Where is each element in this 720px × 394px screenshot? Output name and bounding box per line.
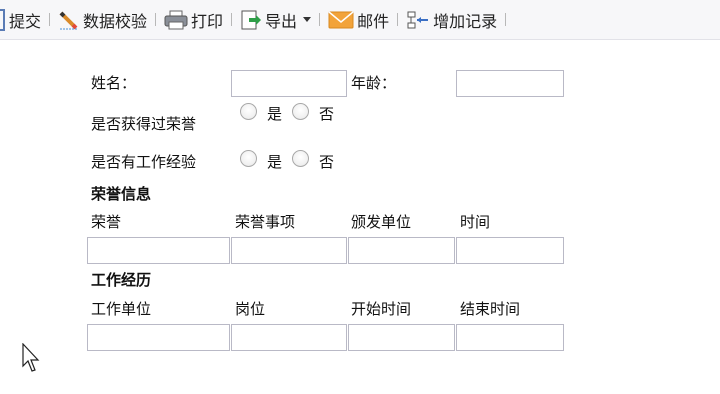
work-position-input[interactable]: [231, 324, 347, 351]
work-yes-label: 是: [267, 153, 283, 171]
work-col-header: 岗位: [235, 300, 266, 318]
honor-col-header: 荣誉: [91, 213, 122, 231]
honor-no-radio[interactable]: [292, 103, 309, 120]
honor-col-header: 时间: [460, 213, 491, 231]
work-start-input[interactable]: [348, 324, 455, 351]
chevron-down-icon: [303, 17, 312, 22]
honor-question-label: 是否获得过荣誉: [91, 115, 197, 133]
work-col-header: 工作单位: [91, 300, 152, 318]
printer-icon: [164, 9, 188, 31]
toolbar-separator: [155, 13, 157, 26]
work-end-input[interactable]: [456, 324, 564, 351]
work-section-title: 工作经历: [91, 271, 152, 289]
toolbar-separator: [49, 13, 51, 26]
work-col-header: 开始时间: [351, 300, 412, 318]
toolbar: 提交 数据校验 打印 导出 邮件 增加记录: [0, 0, 720, 40]
mail-icon: [328, 10, 354, 30]
honor-issuer-input[interactable]: [348, 237, 455, 264]
export-icon: [240, 9, 262, 31]
name-input[interactable]: [231, 70, 347, 97]
honor-col-header: 荣誉事项: [235, 213, 296, 231]
toolbar-separator: [505, 13, 507, 26]
pencil-icon: [58, 9, 80, 31]
submit-icon: [0, 8, 5, 31]
email-button[interactable]: 邮件: [328, 0, 389, 39]
honor-date-input[interactable]: [456, 237, 564, 264]
honor-section-title: 荣誉信息: [91, 185, 152, 203]
work-company-input[interactable]: [87, 324, 230, 351]
honor-col-header: 颁发单位: [351, 213, 412, 231]
print-button[interactable]: 打印: [164, 0, 223, 39]
form-area: 姓名： 年龄： 是否获得过荣誉 是 否 是否有工作经验 是 否 荣誉信息 荣誉 …: [0, 40, 720, 394]
export-button[interactable]: 导出: [240, 0, 312, 39]
add-record-icon: [406, 9, 430, 31]
add-record-button[interactable]: 增加记录: [406, 0, 497, 39]
honor-yes-label: 是: [267, 105, 283, 123]
honor-yes-radio[interactable]: [240, 103, 257, 120]
work-no-radio[interactable]: [292, 150, 309, 167]
toolbar-separator: [319, 13, 321, 26]
toolbar-separator: [231, 13, 233, 26]
submit-button[interactable]: 提交: [0, 0, 41, 39]
honor-no-label: 否: [319, 105, 335, 123]
name-label: 姓名：: [91, 74, 137, 92]
work-yes-radio[interactable]: [240, 150, 257, 167]
work-question-label: 是否有工作经验: [91, 153, 197, 171]
age-input[interactable]: [456, 70, 564, 97]
validate-button[interactable]: 数据校验: [58, 0, 147, 39]
work-no-label: 否: [319, 153, 335, 171]
toolbar-separator: [397, 13, 399, 26]
mouse-cursor-icon: [22, 342, 40, 377]
work-col-header: 结束时间: [460, 300, 521, 318]
age-label: 年龄：: [351, 74, 397, 92]
honor-name-input[interactable]: [87, 237, 230, 264]
honor-detail-input[interactable]: [231, 237, 347, 264]
